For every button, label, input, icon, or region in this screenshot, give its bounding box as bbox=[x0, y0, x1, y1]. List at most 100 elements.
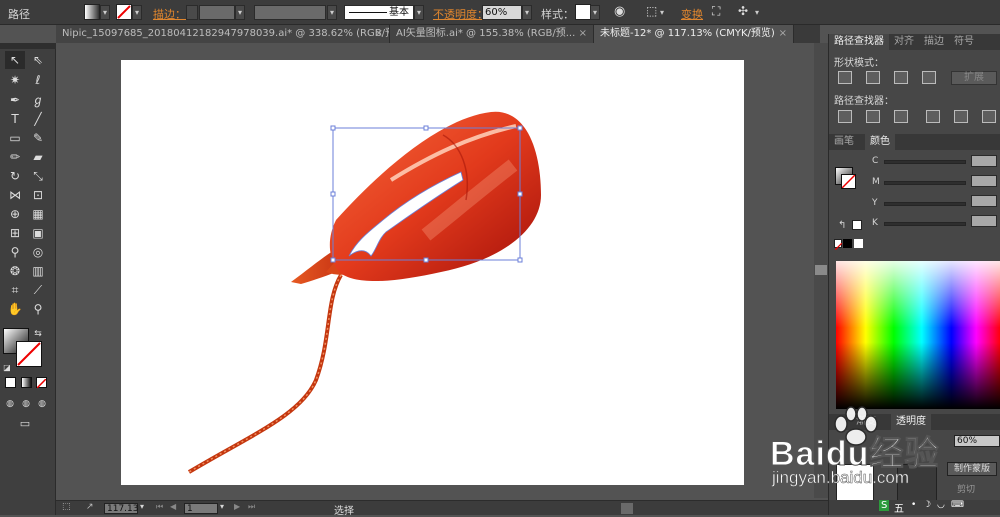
slice-tool-icon[interactable]: ⟋ bbox=[28, 281, 48, 299]
close-icon[interactable]: × bbox=[579, 25, 587, 43]
zoom-tool-icon[interactable]: ⚲ bbox=[28, 300, 48, 318]
stroke-dropdown-arrow[interactable]: ▾ bbox=[132, 5, 142, 20]
variable-width-profile[interactable] bbox=[254, 5, 326, 20]
next-artboard-icon[interactable]: ▶ bbox=[234, 502, 240, 511]
out-of-gamut-icon[interactable]: ↰ bbox=[838, 220, 846, 231]
yellow-slider[interactable] bbox=[884, 202, 966, 206]
opacity-input[interactable]: 60% bbox=[482, 5, 522, 20]
free-transform-tool-icon[interactable]: ⊡ bbox=[28, 186, 48, 204]
gradient-tool-icon[interactable]: ▣ bbox=[28, 224, 48, 242]
artboard-nav-icon[interactable]: ⬚ bbox=[62, 502, 71, 512]
tab-stroke[interactable]: 描边 bbox=[919, 34, 949, 50]
zoom-dropdown-icon[interactable]: ▾ bbox=[140, 502, 144, 511]
stroke-swatch[interactable] bbox=[116, 4, 132, 20]
tab-untitled-12[interactable]: 未标题-12* @ 117.13% (CMYK/预览) × bbox=[594, 25, 794, 43]
tab-color[interactable]: 颜色 bbox=[865, 134, 895, 150]
selection-tool-icon[interactable]: ↖ bbox=[5, 51, 25, 69]
rectangle-tool-icon[interactable]: ▭ bbox=[5, 129, 25, 147]
align-to-icon[interactable]: ⬚ bbox=[646, 4, 660, 21]
zoom-level-field[interactable]: 117.13 bbox=[104, 503, 139, 514]
horizontal-scroll-thumb[interactable] bbox=[621, 503, 633, 514]
symbol-sprayer-tool-icon[interactable]: ❂ bbox=[5, 262, 25, 280]
brush-definition-field[interactable]: 基本 bbox=[344, 5, 414, 20]
mesh-tool-icon[interactable]: ⊞ bbox=[5, 224, 25, 242]
direct-selection-tool-icon[interactable]: ⇖ bbox=[28, 51, 48, 69]
tab-align[interactable]: 对齐 bbox=[889, 34, 919, 50]
eyedropper-tool-icon[interactable]: ⚲ bbox=[5, 243, 25, 261]
magenta-slider[interactable] bbox=[884, 181, 966, 185]
cyan-slider[interactable] bbox=[884, 160, 966, 164]
tab-pathfinder[interactable]: 路径查找器 bbox=[829, 34, 889, 50]
curvature-tool-icon[interactable]: ℊ bbox=[28, 91, 48, 109]
color-spectrum[interactable] bbox=[836, 261, 1000, 409]
panel-stroke-box[interactable] bbox=[841, 174, 856, 189]
yellow-value[interactable] bbox=[971, 195, 997, 207]
brush-dropdown[interactable]: ▾ bbox=[414, 5, 424, 20]
isolate-selection-icon[interactable]: ⛶ bbox=[712, 4, 726, 21]
opacity-dropdown[interactable]: ▾ bbox=[522, 5, 532, 20]
paintbrush-tool-icon[interactable]: ✎ bbox=[28, 129, 48, 147]
input-method-icon[interactable]: S bbox=[879, 500, 890, 511]
blend-tool-icon[interactable]: ◎ bbox=[28, 243, 48, 261]
column-graph-tool-icon[interactable]: ▥ bbox=[28, 262, 48, 280]
lasso-tool-icon[interactable]: ℓ bbox=[28, 71, 48, 89]
align-dropdown-icon[interactable]: ▾ bbox=[660, 4, 670, 21]
type-tool-icon[interactable]: T bbox=[5, 110, 25, 128]
magenta-value[interactable] bbox=[971, 175, 997, 187]
crop-icon[interactable] bbox=[926, 110, 940, 123]
none-mode-icon[interactable] bbox=[36, 377, 47, 389]
minus-back-icon[interactable] bbox=[982, 110, 996, 123]
tab-brushes[interactable]: 画笔 bbox=[829, 134, 859, 150]
soft-keyboard-icon[interactable]: ⌨ bbox=[951, 500, 964, 510]
tab-nipic-document[interactable]: Nipic_15097685_20180412182947978039.ai* … bbox=[56, 25, 390, 43]
black-swatch[interactable] bbox=[843, 239, 852, 248]
black-slider[interactable] bbox=[884, 222, 966, 226]
tab-symbols[interactable]: 符号 bbox=[949, 34, 979, 50]
stroke-label[interactable]: 描边： bbox=[153, 6, 186, 22]
width-tool-icon[interactable]: ⋈ bbox=[5, 186, 25, 204]
input-mode-icon[interactable]: 五 bbox=[894, 500, 904, 515]
intersect-icon[interactable] bbox=[894, 71, 908, 84]
opacity-label[interactable]: 不透明度： bbox=[433, 6, 488, 22]
share-icon[interactable]: ↗ bbox=[86, 502, 94, 512]
expand-button[interactable]: 扩展 bbox=[951, 71, 997, 85]
arrange-icon[interactable]: ✣ bbox=[738, 4, 752, 21]
stroke-weight-dropdown[interactable]: ▾ bbox=[235, 5, 245, 20]
line-segment-tool-icon[interactable]: ╱ bbox=[28, 110, 48, 128]
draw-normal-icon[interactable]: ◍ bbox=[3, 395, 17, 413]
symbol-icon[interactable]: ◡ bbox=[937, 500, 945, 510]
stroke-color-box[interactable] bbox=[16, 341, 42, 367]
recolor-artwork-icon[interactable]: ◉ bbox=[614, 4, 628, 21]
draw-behind-icon[interactable]: ◍ bbox=[19, 395, 33, 413]
eraser-tool-icon[interactable]: ▰ bbox=[28, 148, 48, 166]
outline-icon[interactable] bbox=[954, 110, 968, 123]
artboard-tool-icon[interactable]: ⌗ bbox=[5, 281, 25, 299]
scale-tool-icon[interactable]: ⤡ bbox=[28, 167, 48, 185]
tab-ai-vector-icons[interactable]: AI矢量图标.ai* @ 155.38% (RGB/预... × bbox=[390, 25, 594, 43]
first-artboard-icon[interactable]: ⏮ bbox=[156, 502, 163, 512]
close-icon[interactable]: × bbox=[779, 25, 787, 43]
gamut-swatch[interactable] bbox=[852, 220, 862, 230]
stroke-weight-field[interactable] bbox=[199, 5, 235, 20]
pencil-tool-icon[interactable]: ✏ bbox=[5, 148, 25, 166]
shrimp-artwork[interactable] bbox=[121, 60, 744, 485]
black-value[interactable] bbox=[971, 215, 997, 227]
fill-swatch[interactable] bbox=[84, 4, 100, 20]
gradient-mode-icon[interactable] bbox=[21, 377, 32, 388]
toolbar-grip[interactable] bbox=[0, 43, 56, 49]
style-dropdown[interactable]: ▾ bbox=[590, 5, 600, 20]
swap-colors-icon[interactable]: ⇆ bbox=[32, 325, 44, 343]
cyan-value[interactable] bbox=[971, 155, 997, 167]
shape-builder-tool-icon[interactable]: ⊕ bbox=[5, 205, 25, 223]
punctuation-icon[interactable]: • bbox=[911, 500, 916, 510]
draw-inside-icon[interactable]: ◍ bbox=[35, 395, 49, 413]
unite-icon[interactable] bbox=[838, 71, 852, 84]
color-mode-icon[interactable] bbox=[5, 377, 16, 388]
screen-mode-icon[interactable]: ▭ bbox=[15, 415, 35, 433]
merge-icon[interactable] bbox=[894, 110, 908, 123]
white-swatch[interactable] bbox=[854, 239, 863, 248]
perspective-grid-tool-icon[interactable]: ▦ bbox=[28, 205, 48, 223]
vertical-scroll-thumb[interactable] bbox=[815, 265, 827, 275]
transform-link[interactable]: 变换 bbox=[681, 6, 703, 22]
half-width-icon[interactable]: ☽ bbox=[923, 500, 931, 510]
